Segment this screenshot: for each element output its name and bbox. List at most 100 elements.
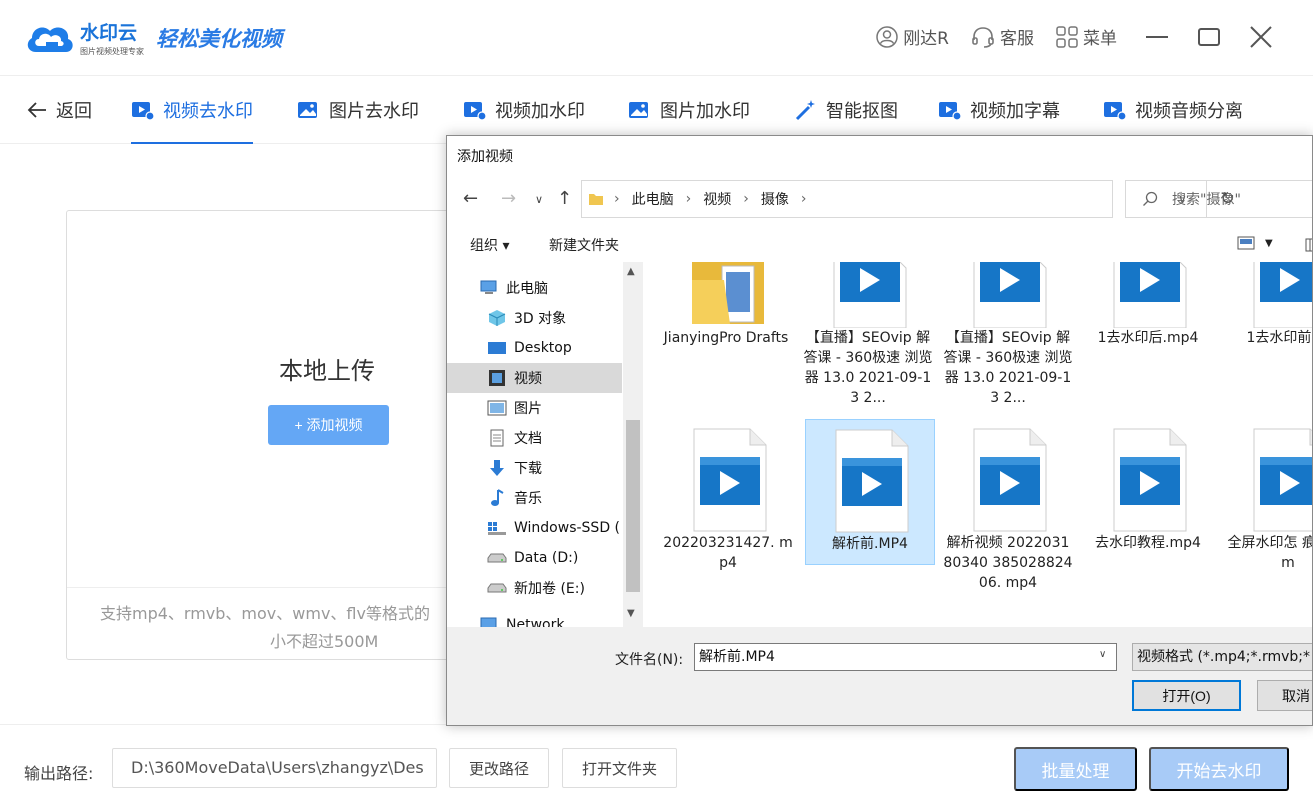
drive-icon (487, 549, 507, 567)
batch-process-button[interactable]: 批量处理 (1014, 747, 1137, 791)
file-item-video[interactable]: 202203231427. mp4 (663, 427, 793, 573)
output-path-field[interactable]: D:\360MoveData\Users\zhangyz\Des (112, 748, 437, 788)
search-box[interactable]: 搜索"摄像" (1125, 180, 1312, 218)
tab-video-audio-separation[interactable]: 视频音频分离 (1103, 76, 1243, 144)
upload-size-hint: 小不超过500M (270, 632, 379, 651)
file-name: 1去水印后.mp4 (1097, 330, 1199, 346)
scroll-down-icon[interactable]: ▼ (627, 608, 635, 619)
tab-video-add-watermark[interactable]: 视频加水印 (463, 76, 585, 144)
chevron-down-icon[interactable]: ∨ (1099, 649, 1106, 660)
file-item-video[interactable]: 【直播】SEOvip 解答课 - 360极速 浏览器 13.0 2021-09-… (943, 262, 1073, 408)
minimize-button[interactable] (1145, 25, 1169, 49)
file-item-video[interactable]: 全屏水印怎 痕去除.m (1223, 427, 1312, 573)
user-name: 刚达R (903, 29, 949, 49)
magic-wand-icon (795, 100, 815, 121)
change-path-button[interactable]: 更改路径 (449, 748, 549, 788)
breadcrumb-item[interactable]: 视频 (703, 189, 731, 209)
organize-menu[interactable]: 组织 ▾ (470, 235, 509, 255)
file-name: 1去水印前.m (1246, 330, 1313, 346)
menu-button[interactable]: 菜单 (1056, 24, 1117, 49)
address-bar[interactable]: › 此电脑 › 视频 › 摄像 › ∨ ↻ (581, 180, 1235, 218)
tab-video-add-subtitles[interactable]: 视频加字幕 (938, 76, 1060, 144)
breadcrumb-item[interactable]: 摄像 (761, 189, 789, 209)
tree-scroll-thumb[interactable] (626, 420, 640, 592)
file-item-video-selected[interactable]: 解析前.MP4 (805, 419, 935, 565)
network-icon (479, 616, 499, 627)
tab-label: 视频去水印 (163, 101, 253, 122)
open-folder-button[interactable]: 打开文件夹 (562, 748, 677, 788)
file-name: 解析前.MP4 (832, 536, 908, 552)
tab-label: 智能抠图 (826, 101, 898, 122)
headset-icon (972, 26, 994, 48)
search-icon (1143, 191, 1158, 206)
customer-service-label: 客服 (1000, 29, 1034, 49)
minimize-icon (1146, 35, 1168, 38)
preview-pane-icon[interactable] (1305, 238, 1313, 252)
tree-item-new-volume-e[interactable]: 新加卷 (E:) (447, 573, 622, 603)
tree-item-downloads[interactable]: 下载 (447, 453, 622, 483)
tree-item-windows-ssd[interactable]: Windows-SSD ( (447, 513, 622, 543)
maximize-button[interactable] (1197, 25, 1221, 49)
recent-locations-icon[interactable]: ∨ (535, 193, 543, 206)
tab-image-remove-watermark[interactable]: 图片去水印 (297, 76, 419, 144)
tree-item-data-d[interactable]: Data (D:) (447, 543, 622, 573)
tree-item-videos[interactable]: 视频 (447, 363, 622, 393)
app-slogan: 轻松美化视频 (156, 25, 282, 51)
add-video-button[interactable]: + 添加视频 (268, 405, 389, 445)
file-item-video[interactable]: 【直播】SEOvip 解答课 - 360极速 浏览器 13.0 2021-09-… (803, 262, 933, 408)
logo: 水印云 图片视频处理专家 轻松美化视频 (24, 18, 282, 57)
change-view-button[interactable]: ▼ (1237, 236, 1273, 250)
chevron-right-icon: › (800, 191, 807, 207)
close-button[interactable] (1249, 25, 1273, 49)
video-file-icon (1248, 427, 1312, 533)
start-remove-watermark-button[interactable]: 开始去水印 (1149, 747, 1289, 791)
file-item-folder[interactable]: JianyingPro Drafts (661, 262, 791, 348)
video-file-icon (968, 427, 1048, 533)
view-dropdown-icon: ▼ (1265, 237, 1273, 249)
image-icon (629, 102, 648, 118)
up-arrow-icon[interactable]: ↑ (557, 188, 572, 209)
tree-item-music[interactable]: 音乐 (447, 483, 622, 513)
tree-item-network[interactable]: Network (447, 610, 622, 627)
user-account-button[interactable]: 刚达R (876, 24, 949, 49)
dialog-footer: 文件名(N): 解析前.MP4 ∨ 视频格式 (*.mp4;*.rmvb;* 打… (447, 627, 1312, 725)
chevron-right-icon: › (685, 191, 692, 207)
forward-arrow-icon[interactable]: → (501, 188, 516, 209)
tree-item-this-pc[interactable]: 此电脑 (447, 273, 622, 303)
file-item-video[interactable]: 1去水印后.mp4 (1083, 262, 1213, 348)
filetype-select[interactable]: 视频格式 (*.mp4;*.rmvb;* (1132, 643, 1312, 671)
scroll-up-icon[interactable]: ▲ (627, 266, 635, 277)
tab-video-remove-watermark[interactable]: 视频去水印 (131, 76, 253, 144)
open-button[interactable]: 打开(O) (1132, 680, 1241, 711)
cancel-button[interactable]: 取消 (1257, 680, 1312, 711)
breadcrumb-item[interactable]: 此电脑 (632, 189, 674, 209)
tree-scrollbar[interactable]: ▲ ▼ (623, 262, 643, 627)
customer-service-button[interactable]: 客服 (971, 24, 1034, 49)
tree-item-3d-objects[interactable]: 3D 对象 (447, 303, 622, 333)
tree-item-documents[interactable]: 文档 (447, 423, 622, 453)
tree-item-pictures[interactable]: 图片 (447, 393, 622, 423)
file-item-video[interactable]: 解析视频 202203180340 38502882406. mp4 (943, 427, 1073, 593)
video-file-icon (1108, 427, 1188, 533)
file-name: 【直播】SEOvip 解答课 - 360极速 浏览器 13.0 2021-09-… (803, 330, 933, 406)
tab-image-add-watermark[interactable]: 图片加水印 (628, 76, 750, 144)
back-button[interactable]: 返回 (26, 76, 92, 144)
feature-nav: 返回 视频去水印 图片去水印 视频加水印 图片加水印 智能抠图 视频加字幕 视频… (0, 76, 1313, 144)
tab-smart-cutout[interactable]: 智能抠图 (794, 76, 898, 144)
tree-item-label: Network (506, 617, 565, 627)
search-placeholder: 搜索"摄像" (1172, 192, 1241, 208)
new-folder-button[interactable]: 新建文件夹 (549, 235, 619, 255)
cloud-logo-icon (24, 20, 76, 56)
tree-item-label: 下载 (514, 461, 542, 477)
navigation-tree: 此电脑 3D 对象 Desktop 视频 图片 文档 下载 音乐 Windows… (447, 262, 643, 627)
file-item-video[interactable]: 去水印教程.mp4 (1083, 427, 1213, 553)
tree-item-label: 音乐 (514, 491, 542, 507)
add-video-dialog: 添加视频 ← → ∨ ↑ › 此电脑 › 视频 › 摄像 › ∨ ↻ 搜索"摄像… (446, 135, 1313, 726)
back-arrow-icon[interactable]: ← (463, 188, 478, 209)
upload-hint-area: 支持mp4、rmvb、mov、wmv、flv等格式的 小不超过500M (67, 587, 465, 659)
output-path-label: 输出路径: (24, 764, 94, 783)
tree-item-desktop[interactable]: Desktop (447, 333, 622, 363)
file-item-video[interactable]: 1去水印前.m (1223, 262, 1313, 348)
filename-input[interactable]: 解析前.MP4 (694, 643, 1117, 671)
video-folder-icon (487, 369, 507, 387)
